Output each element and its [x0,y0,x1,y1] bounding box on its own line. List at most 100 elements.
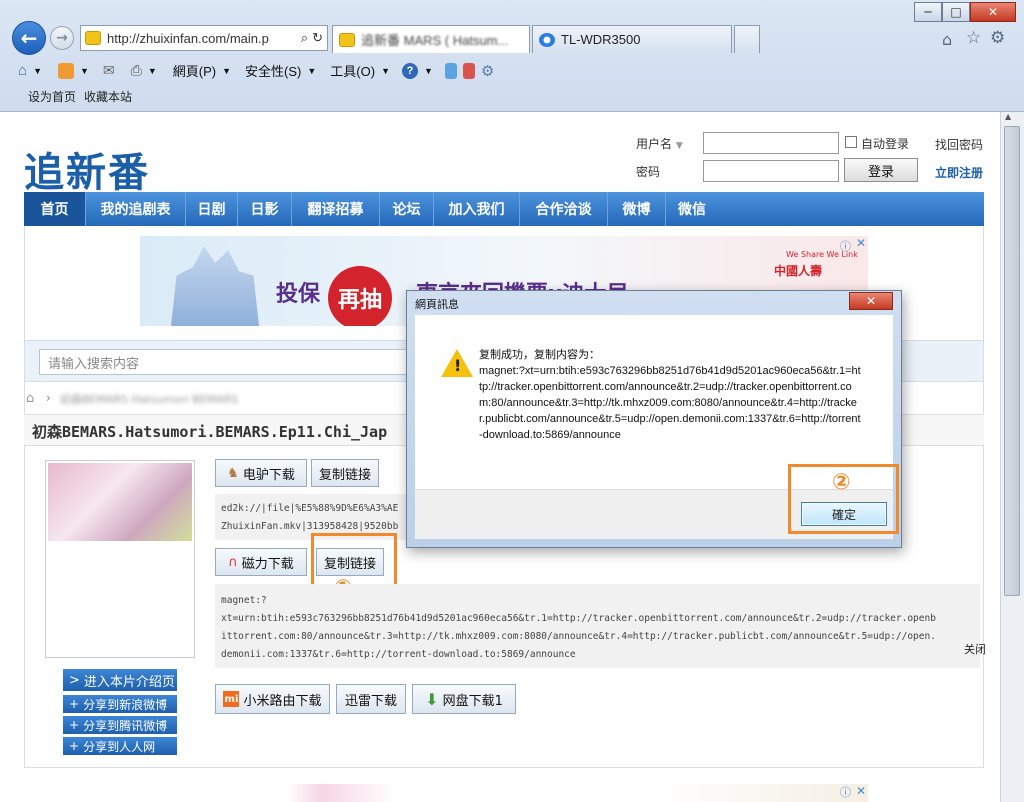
home-icon[interactable]: ⌂ [942,30,952,49]
bottom-ad[interactable]: ⓘ ✕ [140,784,868,802]
dropdown-arrow-icon: ▼ [381,65,390,76]
site-logo[interactable]: 追新番 [24,140,150,198]
intro-page-button[interactable]: > 进入本片介绍页 [63,669,177,691]
menu-safety[interactable]: 安全性(S) [245,61,301,80]
item-title: 初森BEMARS.Hatsumori.BEMARS.Ep11.Chi_Jap [32,423,388,441]
top-links: 设为首页 收藏本站 [28,88,132,105]
nav-my-list[interactable]: 我的追剧表 [86,192,186,226]
dropdown-arrow-icon: ▼ [424,65,433,76]
settings-gear-icon[interactable]: ⚙ [990,28,1005,48]
forward-button[interactable]: → [50,26,74,50]
address-bar[interactable]: http://zhuixinfan.com/main.p ⌕ ↻ [80,25,328,51]
nav-weixin[interactable]: 微信 [666,192,718,226]
print-icon[interactable]: ⎙ [131,62,142,79]
tab-label: TL-WDR3500 [561,32,641,47]
share-renren-label: 分享到人人网 [83,739,156,754]
dialog-message: 复制成功，复制内容为： magnet:?xt=urn:btih:e593c763… [479,349,861,441]
share-sina-button[interactable]: + 分享到新浪微博 [63,695,177,713]
dialog-close-button[interactable]: ✕ [849,292,893,310]
download-arrow-icon: ⬇ [425,689,439,709]
ad-close-icon[interactable]: ✕ [856,236,866,250]
dropdown-arrow-icon[interactable]: ▼ [33,66,42,76]
favorites-star-icon[interactable]: ☆ [966,28,981,48]
bookmark-site-link[interactable]: 收藏本站 [84,88,132,105]
register-link[interactable]: 立即注册 [935,164,983,181]
banner-brand: 中國人壽 [774,264,823,278]
share-renren-button[interactable]: + 分享到人人网 [63,737,177,755]
scroll-up-arrow-icon[interactable]: ▲ [1005,112,1011,121]
help-icon[interactable]: ? [402,62,418,79]
xiaomi-download-button[interactable]: mi 小米路由下载 [215,684,330,714]
close-link[interactable]: 关闭 [964,641,986,657]
castle-image [171,246,259,326]
tab-tl-wdr3500[interactable]: TL-WDR3500 [532,25,732,53]
set-homepage-link[interactable]: 设为首页 [28,88,76,105]
password-input[interactable] [703,160,839,182]
nav-home[interactable]: 首页 [24,192,86,226]
username-input[interactable] [703,132,839,154]
ad-close-icon[interactable]: ✕ [856,784,866,798]
research-icon[interactable] [444,62,457,79]
donkey-icon: ♞ [227,465,239,481]
nav-jmovie[interactable]: 日影 [238,192,292,226]
forgot-password-link[interactable]: 找回密码 [935,136,983,153]
address-text: http://zhuixinfan.com/main.p [107,30,269,46]
xunlei-download-button[interactable]: 迅雷下载 [336,684,406,714]
tab-shield-icon [339,32,355,47]
poster-frame [45,460,195,658]
ad-info-icon[interactable]: ⓘ [840,238,851,254]
browser-chrome: ← → http://zhuixinfan.com/main.p ⌕ ↻ 追新番… [0,0,1024,112]
auto-login-checkbox[interactable] [845,136,857,148]
dropdown-arrow-icon[interactable]: ▼ [148,66,157,76]
copy-ed2k-button[interactable]: 复制链接 [311,459,379,487]
home-toolbar-icon[interactable]: ⌂ [18,62,27,79]
banner-circle: 再抽 [328,266,392,326]
dropdown-arrow-icon[interactable]: ▼ [80,66,89,76]
nav-cooperation[interactable]: 合作洽谈 [520,192,608,226]
netdisk-download-button[interactable]: ⬇ 网盘下载1 [412,684,516,714]
scroll-thumb[interactable] [1004,126,1020,596]
minimize-button[interactable]: ─ [914,2,942,22]
dropdown-arrow-icon: ▼ [222,65,232,76]
back-button[interactable]: ← [12,21,46,55]
poster-image[interactable] [48,463,192,541]
button-prefix: + [69,697,80,711]
nav-jdrama[interactable]: 日剧 [186,192,238,226]
nav-forum[interactable]: 论坛 [380,192,434,226]
breadcrumb-home-icon[interactable]: ⌂ [26,391,34,406]
addon-gear-icon[interactable]: ⚙ [481,62,494,80]
magnet-download-button[interactable]: ∩ 磁力下载 [215,548,307,576]
close-window-button[interactable]: ✕ [970,2,1016,22]
button-prefix: > [69,672,80,688]
username-label: 用户名 ▼ [636,137,683,151]
mail-icon[interactable]: ✉ [103,62,115,79]
magnet-link-text[interactable]: magnet:? xt=urn:btih:e593c763296bb8251d7… [215,584,980,668]
ad-info-icon[interactable]: ⓘ [840,784,851,800]
menu-tools[interactable]: 工具(O) [330,61,375,80]
maximize-button[interactable]: □ [942,2,970,22]
ie-icon [539,32,555,47]
nav-weibo[interactable]: 微博 [608,192,666,226]
login-button[interactable]: 登录 [844,158,918,182]
nav-recruit[interactable]: 翻译招募 [292,192,380,226]
nav-join[interactable]: 加入我们 [434,192,520,226]
feeds-icon[interactable] [57,62,74,79]
auto-login-label: 自动登录 [861,137,910,151]
refresh-icon[interactable]: ↻ [312,30,323,46]
tab-zhuixinfan[interactable]: 追新番 MARS ( Hatsum... [332,25,530,53]
breadcrumb-separator-icon: › [46,391,51,405]
banner-text-left: 投保 [276,282,321,307]
share-tencent-button[interactable]: + 分享到腾讯微博 [63,716,177,734]
breadcrumb[interactable]: 初森BEMARS Hatsumori BEMARS [60,391,238,407]
step2-marker: ② [832,470,851,495]
send-icon[interactable] [462,62,475,79]
menu-page[interactable]: 網頁(P) [173,61,216,80]
search-icon[interactable]: ⌕ [301,30,308,46]
intro-page-label: 进入本片介绍页 [83,674,175,690]
site-shield-icon [85,31,101,45]
search-input[interactable]: 请输入搜索内容 [39,349,459,375]
new-tab-button[interactable] [734,25,760,53]
magnet-icon: ∩ [228,554,238,570]
vertical-scrollbar[interactable]: ▲ [1000,112,1024,802]
ed2k-download-button[interactable]: ♞ 电驴下载 [215,459,307,487]
